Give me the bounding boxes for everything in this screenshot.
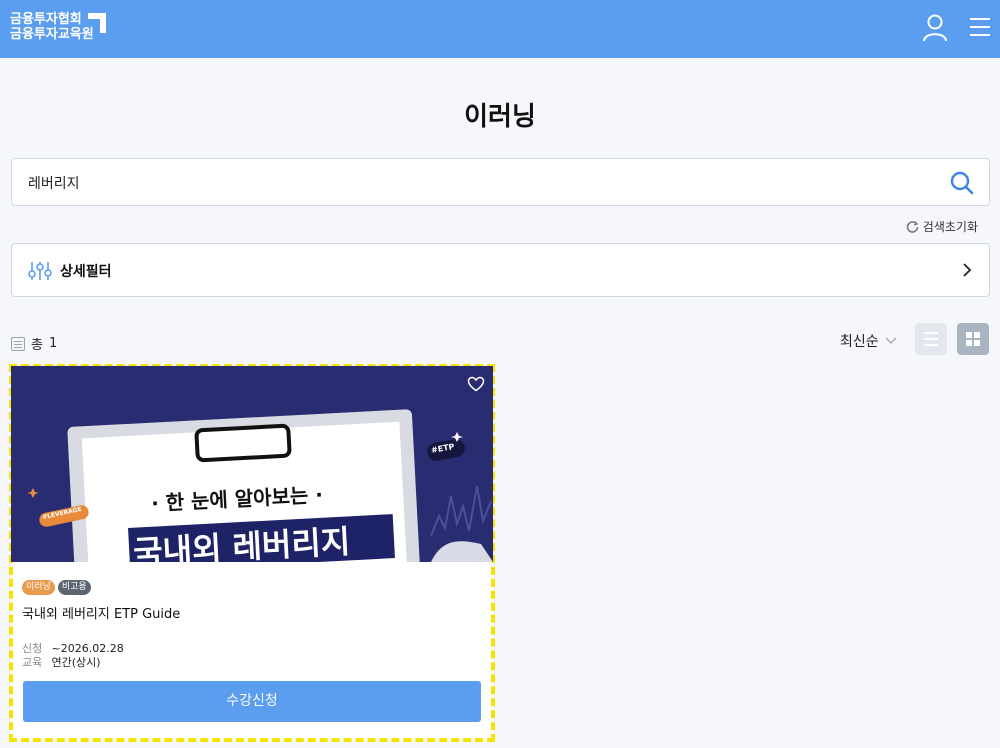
- user-icon[interactable]: [922, 14, 948, 42]
- apply-period-row: 신청 ~2026.02.28: [22, 642, 124, 656]
- course-thumbnail[interactable]: · 한 눈에 알아보는 · 국내외 레버리지 #ETP #LEVERAGE: [11, 366, 493, 562]
- edu-period-key: 교육: [22, 656, 43, 669]
- list-view-button[interactable]: [915, 323, 947, 355]
- heart-icon[interactable]: [467, 376, 485, 392]
- detail-filter-toggle[interactable]: 상세필터: [11, 243, 990, 297]
- result-count-value: 1: [48, 336, 58, 351]
- page-title: 이러닝: [464, 102, 536, 132]
- sort-label: 최신순: [840, 334, 879, 350]
- grid-view-icon: [966, 332, 980, 346]
- enroll-button[interactable]: 수강신청: [23, 681, 481, 722]
- search-reset-button[interactable]: 검색초기화: [906, 218, 978, 235]
- course-tags: 이러닝 비고용: [22, 580, 91, 595]
- search-icon[interactable]: [949, 170, 975, 196]
- grid-view-button[interactable]: [957, 323, 989, 355]
- chevron-right-icon: [961, 261, 973, 279]
- logo-line-1: 금융투자협회: [10, 12, 82, 27]
- refresh-icon: [906, 221, 919, 233]
- list-doc-icon: [11, 336, 25, 351]
- tag-unemployed: 비고용: [57, 580, 91, 595]
- result-count: 총 1: [11, 334, 57, 353]
- apply-period-value: ~2026.02.28: [51, 642, 124, 655]
- search-reset-label: 검색초기화: [922, 220, 978, 234]
- edu-period-value: 연간(상시): [51, 656, 101, 669]
- logo[interactable]: 금융투자협회 금융투자교육원: [10, 12, 94, 42]
- detail-filter-label: 상세필터: [60, 264, 112, 280]
- logo-line-2: 금융투자교육원: [10, 27, 94, 42]
- filter-sliders-icon: [28, 260, 52, 282]
- course-title[interactable]: 국내외 레버리지 ETP Guide: [22, 603, 180, 622]
- edu-period-row: 교육 연간(상시): [22, 656, 124, 670]
- top-header: 금융투자협회 금융투자교육원: [0, 0, 1000, 58]
- course-meta: 신청 ~2026.02.28 교육 연간(상시): [22, 642, 124, 670]
- list-view-icon: [924, 332, 938, 346]
- search-value: 레버리지: [28, 176, 80, 192]
- course-card[interactable]: · 한 눈에 알아보는 · 국내외 레버리지 #ETP #LEVERAGE 이러…: [9, 364, 495, 742]
- chevron-down-icon: [885, 337, 897, 345]
- result-count-prefix: 총: [31, 338, 43, 353]
- tag-elearning: 이러닝: [22, 580, 55, 595]
- apply-period-key: 신청: [22, 642, 43, 655]
- search-input[interactable]: 레버리지: [11, 158, 990, 206]
- logo-mark-icon: [88, 13, 106, 33]
- hamburger-menu-icon[interactable]: [968, 16, 992, 38]
- sort-dropdown[interactable]: 최신순: [840, 331, 897, 351]
